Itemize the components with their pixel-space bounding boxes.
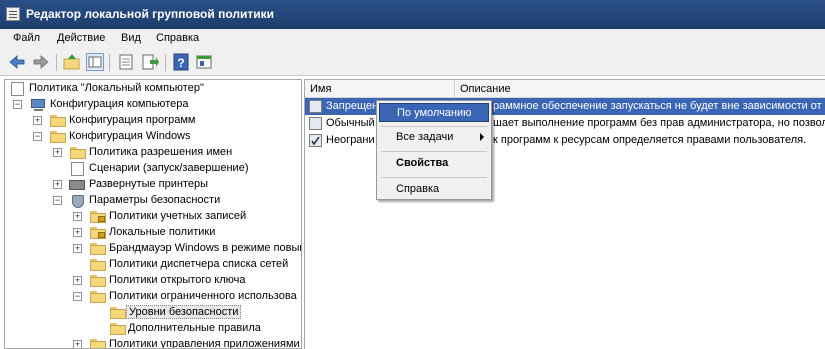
menu-item-label: Справка [396, 183, 440, 195]
toolbar-separator [109, 54, 110, 71]
context-menu: По умолчанию Все задачи Свойства Справка [376, 100, 492, 200]
tree-item-label: Сценарии (запуск/завершение) [89, 162, 249, 174]
row-description: к программ к ресурсам определяется права… [493, 134, 807, 146]
up-folder-icon[interactable] [63, 53, 81, 71]
back-icon[interactable] [8, 53, 26, 71]
security-level-icon [309, 117, 322, 130]
tree-item-label: Политики управления приложениями [109, 338, 300, 349]
svg-text:?: ? [177, 56, 184, 70]
security-icon [72, 195, 84, 208]
tree-item-label: Развернутые принтеры [89, 178, 209, 190]
folder-open-icon [50, 131, 66, 143]
menu-item-label: Свойства [396, 157, 449, 169]
menu-separator [381, 126, 487, 127]
folder-icon [90, 339, 106, 348]
export-list-icon[interactable] [141, 53, 159, 71]
expand-icon[interactable]: + [53, 148, 62, 157]
collapse-icon[interactable]: − [13, 100, 22, 109]
menu-item-set-default[interactable]: По умолчанию [379, 103, 489, 122]
properties-icon[interactable] [117, 53, 135, 71]
tree-item-label: Брандмауэр Windows в режиме повыш [109, 242, 302, 254]
menu-file[interactable]: Файл [13, 32, 40, 44]
title-bar: Редактор локальной групповой политики [0, 0, 825, 29]
menu-bar: Файл Действие Вид Справка [0, 29, 825, 51]
printer-icon [69, 180, 85, 190]
folder-icon [70, 147, 86, 159]
tree-item-label: Конфигурация компьютера [50, 98, 189, 110]
column-header-description[interactable]: Описание [455, 80, 825, 98]
toolbar-separator [165, 54, 166, 71]
menu-separator [381, 151, 487, 152]
menu-item-label: Все задачи [396, 131, 454, 143]
tree-root-label: Политика "Локальный компьютер" [29, 82, 204, 94]
tree-item-label: Параметры безопасности [89, 194, 221, 206]
tree-item-label: Политика разрешения имен [89, 146, 233, 158]
folder-icon [90, 243, 106, 255]
expand-icon[interactable]: + [33, 116, 42, 125]
collapse-icon[interactable]: − [33, 132, 42, 141]
tree-item-label: Политики открытого ключа [109, 274, 246, 286]
tree-item-label: Дополнительные правила [128, 322, 261, 334]
window-title: Редактор локальной групповой политики [26, 7, 274, 21]
tree-item-label: Локальные политики [109, 226, 216, 238]
menu-item-label: По умолчанию [397, 107, 472, 119]
menu-item-all-tasks[interactable]: Все задачи [379, 128, 489, 147]
folder-open-icon [90, 291, 106, 303]
folder-icon [110, 307, 126, 319]
security-level-default-icon [309, 134, 322, 147]
collapse-icon[interactable]: − [53, 196, 62, 205]
security-level-icon [309, 100, 322, 113]
menu-help[interactable]: Справка [156, 32, 199, 44]
column-header-name[interactable]: Имя [305, 80, 455, 98]
computer-icon [31, 99, 47, 111]
row-name: Запрещен [326, 100, 379, 112]
forward-icon[interactable] [32, 53, 50, 71]
menu-separator [381, 177, 487, 178]
app-icon [6, 7, 20, 21]
tree-item-label: Конфигурация программ [69, 114, 196, 126]
toolbar-separator [56, 54, 57, 71]
menu-action[interactable]: Действие [57, 32, 105, 44]
row-description: шает выполнение программ без прав админи… [493, 117, 825, 129]
tree-item-label: Конфигурация Windows [69, 130, 191, 142]
help-icon[interactable]: ? [172, 53, 190, 71]
expand-icon[interactable]: + [73, 228, 82, 237]
folder-icon [50, 115, 66, 127]
tree-item-label: Политики диспетчера списка сетей [109, 258, 289, 270]
folder-lock-icon [90, 227, 106, 239]
tree-item-label: Политики ограниченного использова [109, 290, 297, 302]
expand-icon[interactable]: + [73, 212, 82, 221]
submenu-arrow-icon [480, 133, 484, 141]
window-icon[interactable] [195, 53, 213, 71]
folder-icon [110, 323, 126, 335]
row-description: раммное обеспечение запускаться не будет… [493, 100, 825, 112]
expand-icon[interactable]: + [73, 244, 82, 253]
tree-item-label-selected: Уровни безопасности [126, 305, 242, 319]
menu-item-properties[interactable]: Свойства [379, 154, 489, 173]
folder-icon [90, 275, 106, 287]
folder-lock-icon [90, 211, 106, 223]
tree-pane: Политика "Локальный компьютер" − Конфигу… [4, 79, 302, 349]
expand-icon[interactable]: + [53, 180, 62, 189]
scripts-icon [71, 162, 84, 176]
row-name: Неограни [326, 134, 375, 146]
menu-view[interactable]: Вид [121, 32, 141, 44]
folder-icon [90, 259, 106, 271]
expand-icon[interactable]: + [73, 340, 82, 348]
expand-icon[interactable]: + [73, 276, 82, 285]
collapse-icon[interactable]: − [73, 292, 82, 301]
tree-item-label: Политики учетных записей [109, 210, 247, 222]
menu-item-help[interactable]: Справка [379, 180, 489, 199]
row-name: Обычный [326, 117, 375, 129]
show-hide-tree-icon[interactable] [86, 53, 104, 71]
toolbar: ? [0, 50, 825, 76]
policy-icon [11, 82, 24, 96]
